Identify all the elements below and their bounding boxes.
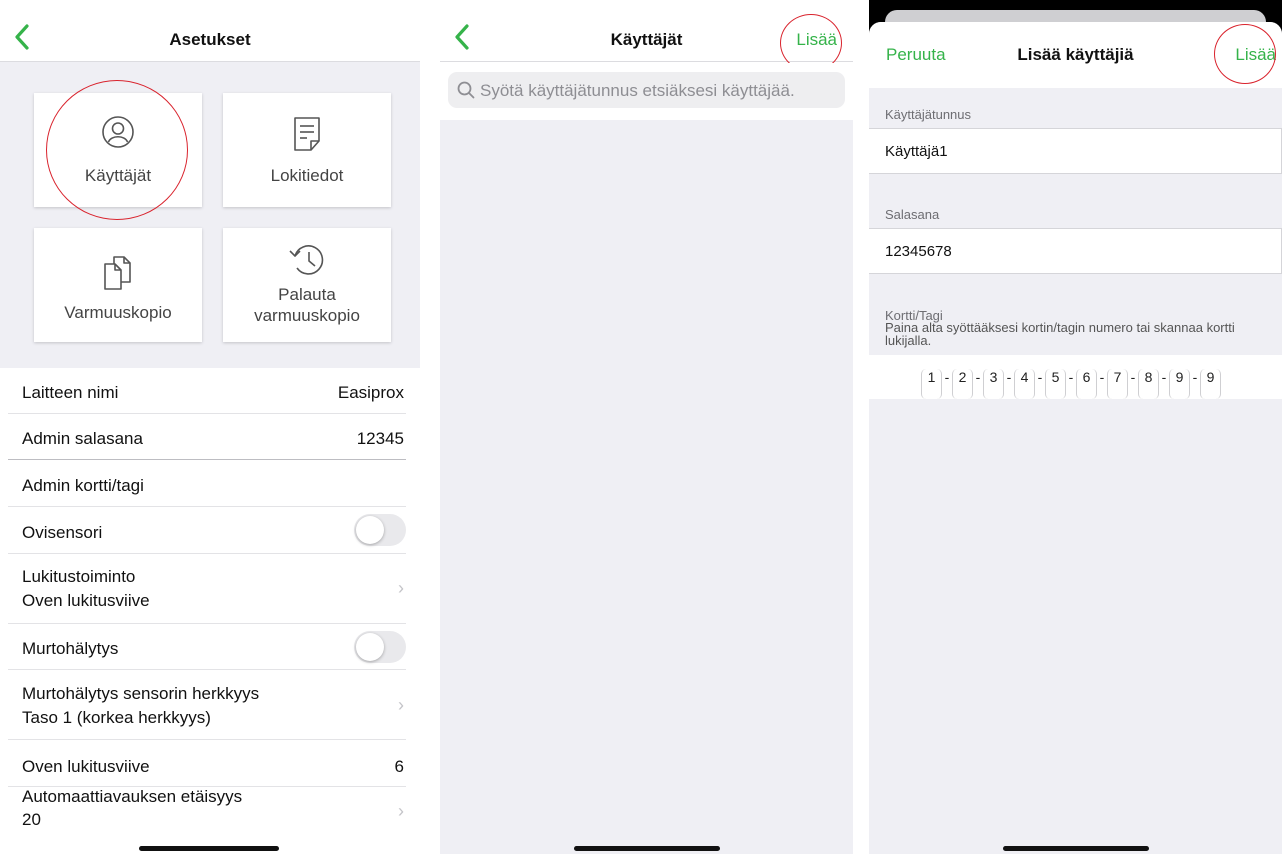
row-burglar-alarm: Murtohälytys: [8, 624, 406, 670]
save-user-button[interactable]: Lisää: [1235, 45, 1276, 65]
search-icon: [457, 81, 475, 99]
password-value: 12345678: [885, 243, 952, 260]
password-label: Salasana: [885, 207, 940, 222]
row-lock-delay-value: 6: [394, 757, 404, 776]
tile-users[interactable]: Käyttäjät: [34, 93, 202, 207]
document-icon: [294, 117, 320, 151]
copy-icon: [104, 256, 131, 290]
search-placeholder: Syötä käyttäjätunnus etsiäksesi käyttäjä…: [480, 81, 795, 100]
tile-backup-label: Varmuuskopio: [64, 303, 172, 322]
digit-separator: -: [1161, 369, 1167, 385]
row-auto-open-distance[interactable]: Automaattiavauksen etäisyys 20 ›: [8, 787, 406, 847]
digit-separator: -: [1130, 369, 1136, 385]
tile-logs-label: Lokitiedot: [270, 166, 344, 185]
card-digits: 1-2-3-4-5-6-7-8-9-9: [921, 369, 1221, 399]
users-screen: Käyttäjät Lisää Syötä käyttäjätunnus ets…: [440, 0, 853, 854]
card-digit: 3: [983, 369, 1004, 399]
door-sensor-toggle[interactable]: [354, 514, 406, 546]
tile-restore-label-line1: Palauta: [278, 285, 336, 304]
home-indicator: [1003, 846, 1149, 851]
row-lock-function-sub: Oven lukitusviive: [22, 591, 150, 610]
add-user-screen: Peruuta Lisää käyttäjiä Lisää Käyttäjätu…: [869, 0, 1282, 854]
home-indicator: [139, 846, 279, 851]
card-digit: 1: [921, 369, 942, 399]
chevron-right-icon: ›: [398, 695, 404, 715]
page-title: Asetukset: [169, 30, 251, 49]
row-device-name-label: Laitteen nimi: [22, 383, 119, 402]
row-sensor-sensitivity[interactable]: Murtohälytys sensorin herkkyys Taso 1 (k…: [8, 670, 406, 740]
card-digit: 5: [1045, 369, 1066, 399]
row-admin-card-label: Admin kortti/tagi: [22, 476, 144, 495]
card-digit: 6: [1076, 369, 1097, 399]
digit-separator: -: [1037, 369, 1043, 385]
tile-restore-label-line2: varmuuskopio: [254, 306, 360, 325]
card-digit: 2: [952, 369, 973, 399]
card-digit: 8: [1138, 369, 1159, 399]
row-auto-open-label: Automaattiavauksen etäisyys: [22, 787, 243, 806]
card-hint: Paina alta syöttääksesi kortin/tagin num…: [885, 320, 1235, 348]
burglar-alarm-toggle[interactable]: [354, 631, 406, 663]
username-value: Käyttäjä1: [885, 143, 948, 160]
row-lock-function-label: Lukitustoiminto: [22, 567, 136, 586]
settings-tile-grid: Käyttäjät Lokitiedot Varmuuskopio Palaut…: [0, 62, 420, 368]
card-digit: 9: [1169, 369, 1190, 399]
page-title: Käyttäjät: [610, 30, 683, 49]
add-user-button[interactable]: Lisää: [796, 30, 837, 50]
row-lock-delay-label: Oven lukitusviive: [22, 757, 150, 776]
users-navbar: Käyttäjät Lisää: [440, 0, 853, 62]
settings-navbar: Asetukset: [0, 0, 420, 62]
row-lock-function[interactable]: Lukitustoiminto Oven lukitusviive ›: [8, 554, 406, 624]
digit-separator: -: [1192, 369, 1198, 385]
tile-users-label: Käyttäjät: [84, 166, 152, 185]
row-admin-password-value: 12345: [356, 429, 404, 448]
username-label: Käyttäjätunnus: [885, 107, 972, 122]
chevron-right-icon: ›: [398, 578, 404, 598]
row-sensor-sensitivity-label: Murtohälytys sensorin herkkyys: [22, 684, 260, 703]
chevron-right-icon: ›: [398, 801, 404, 821]
digit-separator: -: [1099, 369, 1105, 385]
digit-separator: -: [1068, 369, 1074, 385]
search-bar: Syötä käyttäjätunnus etsiäksesi käyttäjä…: [440, 63, 853, 120]
digit-separator: -: [1006, 369, 1012, 385]
sheet-title: Lisää käyttäjiä: [1017, 45, 1134, 64]
row-admin-card[interactable]: Admin kortti/tagi: [8, 460, 406, 507]
users-list: [440, 120, 853, 854]
row-device-name-value: Easiprox: [337, 383, 404, 402]
card-digit: 9: [1200, 369, 1221, 399]
row-door-sensor-label: Ovisensori: [22, 523, 103, 542]
row-burglar-alarm-label: Murtohälytys: [22, 639, 119, 658]
digit-separator: -: [975, 369, 981, 385]
password-field[interactable]: 12345678: [869, 228, 1282, 274]
card-digit: 7: [1107, 369, 1128, 399]
toggle-knob: [356, 633, 384, 661]
row-door-sensor: Ovisensori: [8, 507, 406, 554]
tile-restore-backup[interactable]: Palauta varmuuskopio: [223, 228, 391, 342]
row-admin-password-label: Admin salasana: [22, 429, 143, 448]
row-lock-delay[interactable]: Oven lukitusviive 6: [8, 740, 406, 787]
tile-backup[interactable]: Varmuuskopio: [34, 228, 202, 342]
tile-logs[interactable]: Lokitiedot: [223, 93, 391, 207]
toggle-knob: [356, 516, 384, 544]
row-admin-password[interactable]: Admin salasana 12345: [8, 414, 406, 460]
digit-separator: -: [944, 369, 950, 385]
search-input[interactable]: Syötä käyttäjätunnus etsiäksesi käyttäjä…: [448, 72, 845, 108]
settings-screen: Asetukset Käyttäjät Lokitiedot Varmuusko…: [0, 0, 420, 854]
row-sensor-sensitivity-sub: Taso 1 (korkea herkkyys): [22, 708, 211, 727]
add-user-sheet: Peruuta Lisää käyttäjiä Lisää Käyttäjätu…: [869, 22, 1282, 854]
card-number-input[interactable]: 1-2-3-4-5-6-7-8-9-9: [869, 355, 1282, 399]
username-field[interactable]: Käyttäjä1: [869, 128, 1282, 174]
home-indicator: [574, 846, 720, 851]
sheet-header: Peruuta Lisää käyttäjiä Lisää: [869, 22, 1282, 88]
row-device-name[interactable]: Laitteen nimi Easiprox: [8, 368, 406, 414]
user-circle-icon: [102, 116, 134, 148]
card-digit: 4: [1014, 369, 1035, 399]
row-auto-open-sub: 20: [22, 810, 41, 829]
history-icon: [289, 245, 324, 275]
